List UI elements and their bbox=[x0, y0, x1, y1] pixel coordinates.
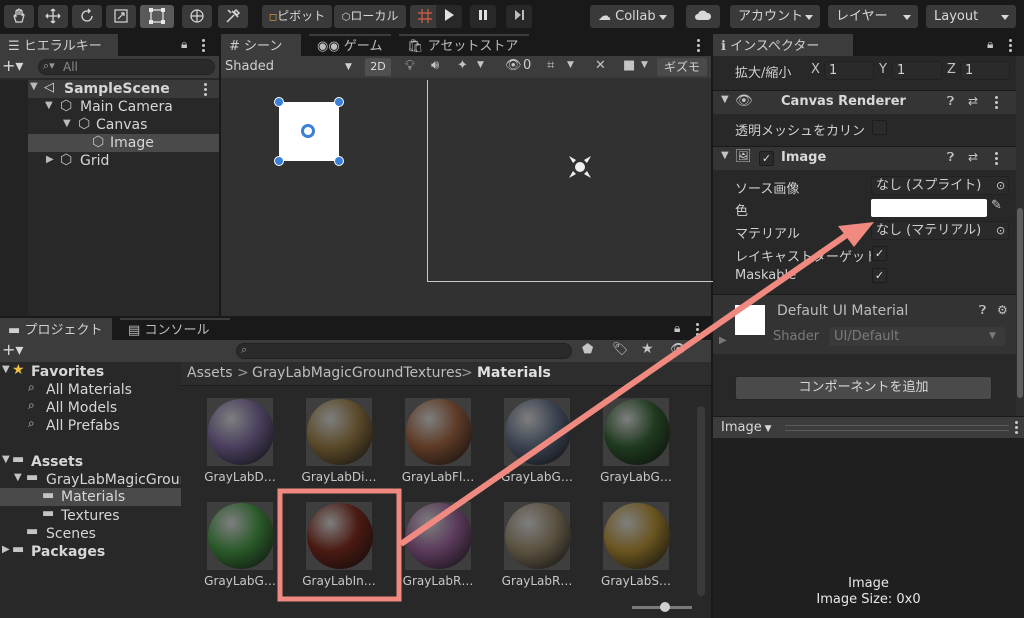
annotation-overlay bbox=[277, 222, 874, 602]
arrow-line bbox=[399, 231, 850, 547]
highlight-box bbox=[277, 488, 402, 602]
